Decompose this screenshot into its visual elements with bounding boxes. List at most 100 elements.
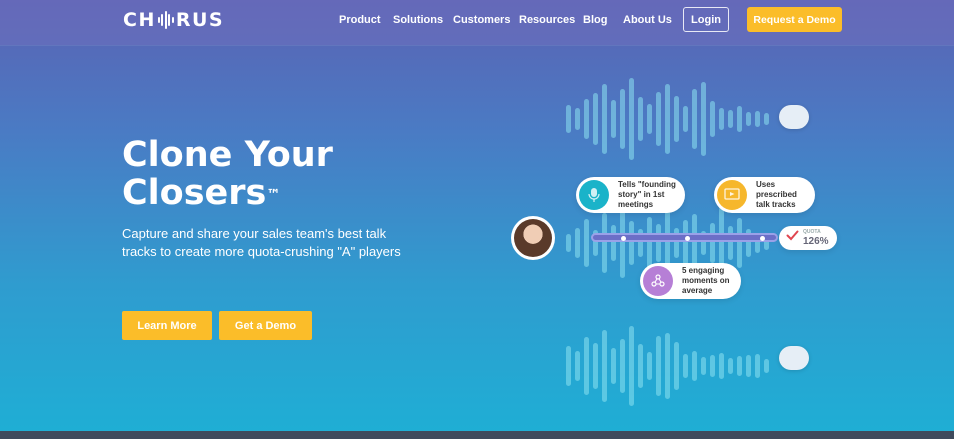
- nav-item-resources[interactable]: Resources: [519, 14, 575, 26]
- bubble2-line2: prescribed: [756, 190, 797, 199]
- soundwave-bar: [683, 220, 688, 266]
- soundwave-bar: [728, 110, 733, 128]
- soundwave-bar: [701, 82, 706, 156]
- soundwave-bar: [692, 351, 697, 381]
- soundwave-bar: [656, 336, 661, 396]
- soundwave-bar: [575, 228, 580, 258]
- soundwave-bar: [737, 356, 742, 376]
- insight-bubble-talk-tracks: Uses prescribed talk tracks: [714, 177, 815, 213]
- soundwave-bar: [638, 344, 643, 388]
- soundwave-bar: [692, 89, 697, 149]
- soundwave-bar: [656, 224, 661, 262]
- molecule-icon: [643, 266, 673, 296]
- soundwave-bar: [629, 78, 634, 160]
- soundwave-bar: [710, 355, 715, 377]
- slider-knob-bottom: [779, 346, 809, 370]
- soundwave-bar: [593, 343, 598, 389]
- quota-badge: QUOTA 126%: [779, 226, 837, 250]
- soundwave-bar: [719, 353, 724, 379]
- soundwave-bar: [566, 105, 571, 133]
- soundwave-bar: [584, 219, 589, 267]
- chorus-logo[interactable]: CH RUS: [123, 9, 224, 31]
- soundwave-bar: [566, 234, 571, 252]
- bubble1-line1: Tells "founding: [618, 180, 676, 189]
- soundwave-bar: [647, 217, 652, 269]
- soundwave-bar: [746, 355, 751, 377]
- hero-subtitle: Capture and share your sales team's best…: [122, 226, 401, 259]
- soundwave-bar: [620, 339, 625, 393]
- bubble3-line1: 5 engaging: [682, 266, 725, 275]
- avatar: [511, 216, 555, 260]
- soundwave-bar: [575, 351, 580, 381]
- soundwave-bar: [629, 326, 634, 406]
- soundwave-bar: [683, 354, 688, 378]
- bubble3-line2: moments on: [682, 276, 730, 285]
- soundwave-bar: [629, 221, 634, 265]
- learn-more-button[interactable]: Learn More: [122, 311, 212, 340]
- soundwave-bar: [611, 348, 616, 384]
- soundwave-bar: [728, 226, 733, 260]
- soundwave-bar: [728, 358, 733, 374]
- soundwave-bar: [611, 100, 616, 138]
- hero-title: Clone Your Closers™: [122, 136, 422, 212]
- soundwave-bar: [755, 111, 760, 127]
- soundwave-bar: [638, 97, 643, 141]
- soundwave-bar: [674, 96, 679, 142]
- insight-bubble-founding-story: Tells "founding story" in 1st meetings: [576, 177, 685, 213]
- timeline-marker: [685, 236, 690, 241]
- soundwave-bar: [710, 223, 715, 263]
- soundwave-bar: [665, 84, 670, 154]
- nav-item-solutions[interactable]: Solutions: [393, 14, 443, 26]
- bottom-strip: [0, 431, 954, 439]
- top-navigation-bar: CH RUS Product Solutions Customers Resou…: [0, 0, 954, 45]
- bubble2-line1: Uses: [756, 180, 776, 189]
- trademark-symbol: ™: [266, 187, 281, 203]
- soundwave-bar: [701, 357, 706, 375]
- quota-label: QUOTA: [803, 229, 821, 235]
- insight-bubble-engaging-moments: 5 engaging moments on average: [640, 263, 741, 299]
- soundwave-bar: [764, 113, 769, 125]
- nav-item-blog[interactable]: Blog: [583, 14, 607, 26]
- soundwave-bar: [620, 208, 625, 278]
- hero-title-line1: Clone Your: [122, 135, 333, 175]
- soundwave-bar: [602, 330, 607, 402]
- get-demo-button[interactable]: Get a Demo: [219, 311, 312, 340]
- logo-wave-icon: [157, 10, 174, 30]
- soundwave-bar: [602, 213, 607, 273]
- soundwave-bar: [746, 112, 751, 126]
- soundwave-bar: [611, 225, 616, 261]
- nav-item-customers[interactable]: Customers: [453, 14, 510, 26]
- soundwave-bar: [647, 352, 652, 380]
- timeline-marker: [621, 236, 626, 241]
- soundwave-bar: [737, 106, 742, 132]
- nav-item-about-us[interactable]: About Us: [623, 14, 672, 26]
- bubble1-line3: meetings: [618, 200, 654, 209]
- quota-value: 126%: [803, 236, 829, 247]
- soundwave-bar: [584, 337, 589, 395]
- soundwave-bar: [656, 92, 661, 146]
- soundwave-bar: [764, 359, 769, 373]
- presentation-icon: [717, 180, 747, 210]
- soundwave-bar: [719, 108, 724, 130]
- bubble3-line3: average: [682, 286, 713, 295]
- login-button[interactable]: Login: [683, 7, 729, 32]
- soundwave-bar: [584, 99, 589, 139]
- soundwave-top: [566, 76, 769, 162]
- soundwave-bar: [665, 333, 670, 399]
- request-demo-button[interactable]: Request a Demo: [747, 7, 842, 32]
- soundwave-bar: [683, 106, 688, 132]
- soundwave-bar: [737, 218, 742, 268]
- soundwave-bar: [674, 342, 679, 390]
- slider-knob-top: [779, 105, 809, 129]
- checkmark-icon: [786, 230, 799, 241]
- bubble1-line2: story" in 1st: [618, 190, 665, 199]
- soundwave-bar: [593, 93, 598, 145]
- soundwave-bar: [566, 346, 571, 386]
- nav-item-product[interactable]: Product: [339, 14, 381, 26]
- microphone-icon: [579, 180, 609, 210]
- soundwave-bar: [710, 101, 715, 137]
- avatar-photo: [514, 219, 552, 257]
- soundwave-bar: [602, 84, 607, 154]
- hero-title-line2: Closers: [122, 173, 267, 213]
- call-timeline-track: [591, 233, 778, 242]
